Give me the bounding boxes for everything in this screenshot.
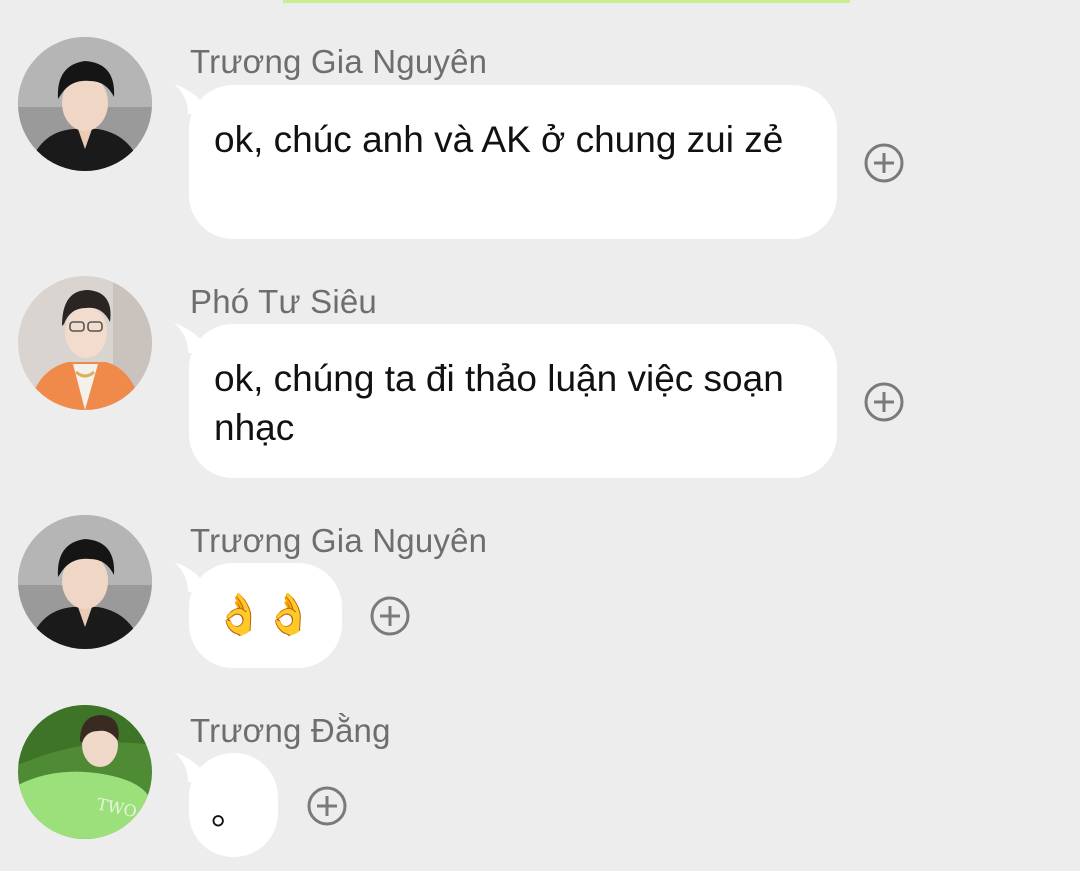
add-reaction-icon xyxy=(370,596,410,636)
chat-message-list[interactable]: Trương Gia Nguyên ok, chúc anh và AK ở c… xyxy=(0,0,1080,871)
message-text: ok, chúc anh và AK ở chung zui zẻ xyxy=(214,119,784,160)
message-bubble[interactable]: ok, chúc anh và AK ở chung zui zẻ xyxy=(189,85,837,239)
add-reaction-button[interactable] xyxy=(864,382,904,422)
message-text: 👌👌 xyxy=(214,593,314,637)
add-reaction-icon xyxy=(307,786,347,826)
add-reaction-icon xyxy=(864,382,904,422)
avatar[interactable]: TWO xyxy=(18,705,152,839)
add-reaction-button[interactable] xyxy=(864,143,904,183)
avatar[interactable] xyxy=(18,276,152,410)
add-reaction-button[interactable] xyxy=(307,786,347,826)
message-text: ok, chúng ta đi thảo luận việc soạn nhạc xyxy=(214,358,784,448)
message-bubble[interactable]: 。 xyxy=(189,753,278,857)
sender-name: Trương Gia Nguyên xyxy=(190,522,488,559)
sender-name: Phó Tư Siêu xyxy=(190,283,377,320)
avatar[interactable] xyxy=(18,37,152,171)
message-text: 。 xyxy=(211,791,248,832)
sender-name: Trương Đằng xyxy=(190,712,391,749)
avatar[interactable] xyxy=(18,515,152,649)
add-reaction-icon xyxy=(864,143,904,183)
message-bubble[interactable]: ok, chúng ta đi thảo luận việc soạn nhạc xyxy=(189,324,837,478)
sender-name: Trương Gia Nguyên xyxy=(190,43,488,80)
message-bubble[interactable]: 👌👌 xyxy=(189,563,342,668)
add-reaction-button[interactable] xyxy=(370,596,410,636)
